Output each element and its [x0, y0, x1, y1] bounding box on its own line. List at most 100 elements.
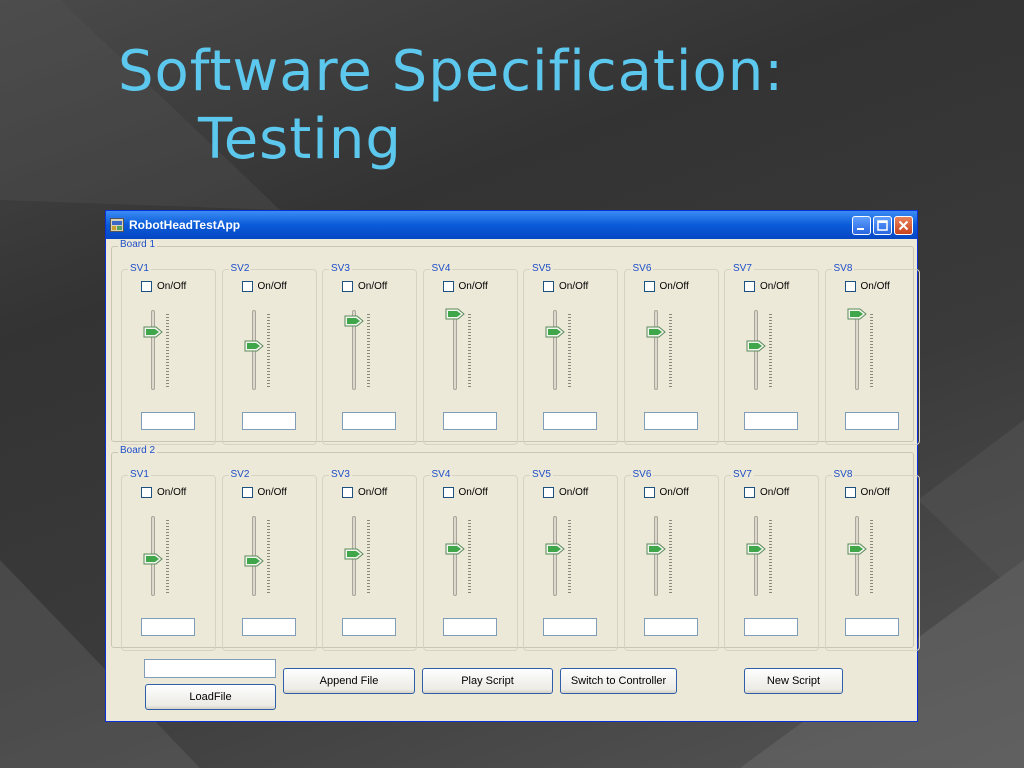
- slider-thumb-icon[interactable]: [445, 543, 465, 555]
- servo-value-input[interactable]: [442, 618, 497, 636]
- servo-slider-track[interactable]: [653, 310, 658, 390]
- slider-thumb-icon[interactable]: [143, 553, 163, 565]
- on-off-checkbox[interactable]: [442, 487, 454, 498]
- on-off-label: On/Off: [157, 487, 187, 498]
- on-off-toggle[interactable]: On/Off: [141, 281, 186, 292]
- on-off-toggle[interactable]: On/Off: [342, 487, 387, 498]
- servo-slider-track[interactable]: [854, 516, 859, 596]
- on-off-checkbox[interactable]: [643, 487, 655, 498]
- slider-thumb-icon[interactable]: [746, 340, 766, 352]
- on-off-checkbox[interactable]: [844, 281, 856, 292]
- servo-label: SV2: [228, 263, 252, 274]
- on-off-toggle[interactable]: On/Off: [141, 487, 186, 498]
- slider-thumb-icon[interactable]: [545, 326, 565, 338]
- servo-value-input[interactable]: [141, 618, 195, 636]
- slider-thumb-icon[interactable]: [445, 308, 465, 320]
- slider-thumb-icon[interactable]: [646, 543, 666, 555]
- servo-slider-track[interactable]: [452, 310, 457, 390]
- servo-value-input[interactable]: [744, 618, 798, 636]
- on-off-toggle[interactable]: On/Off: [442, 281, 488, 292]
- slider-thumb-icon[interactable]: [847, 543, 867, 555]
- slider-thumb-icon[interactable]: [344, 315, 364, 327]
- on-off-toggle[interactable]: On/Off: [241, 281, 287, 292]
- slider-thumb-icon[interactable]: [244, 340, 264, 352]
- servo-slider-track[interactable]: [553, 516, 557, 596]
- servo-panel-sv7: SV7 On/Off: [724, 263, 819, 445]
- slide-title-line2: Testing: [198, 107, 402, 172]
- servo-value-input[interactable]: [543, 412, 597, 430]
- on-off-toggle[interactable]: On/Off: [543, 487, 588, 498]
- servo-slider-track[interactable]: [854, 310, 859, 390]
- on-off-toggle[interactable]: On/Off: [342, 281, 387, 292]
- servo-value-input[interactable]: [844, 618, 899, 636]
- servo-value-input[interactable]: [643, 412, 698, 430]
- on-off-checkbox[interactable]: [342, 281, 353, 292]
- on-off-checkbox[interactable]: [141, 281, 152, 292]
- on-off-checkbox[interactable]: [744, 281, 755, 292]
- on-off-checkbox[interactable]: [442, 281, 454, 292]
- slider-ticks: [367, 520, 370, 594]
- append-file-button[interactable]: Append File: [283, 668, 415, 694]
- on-off-toggle[interactable]: On/Off: [844, 281, 890, 292]
- slider-thumb-icon[interactable]: [847, 308, 867, 320]
- on-off-label: On/Off: [157, 281, 187, 292]
- servo-value-input[interactable]: [141, 412, 195, 430]
- file-path-input[interactable]: [144, 659, 276, 678]
- servo-value-input[interactable]: [543, 618, 597, 636]
- servo-value-input[interactable]: [643, 618, 698, 636]
- on-off-toggle[interactable]: On/Off: [543, 281, 588, 292]
- slider-thumb-icon[interactable]: [545, 543, 565, 555]
- on-off-checkbox[interactable]: [241, 487, 253, 498]
- window-titlebar[interactable]: RobotHeadTestApp: [106, 211, 917, 239]
- load-file-button[interactable]: LoadFile: [145, 684, 276, 710]
- slider-thumb-icon[interactable]: [646, 326, 666, 338]
- servo-value-input[interactable]: [342, 412, 396, 430]
- on-off-checkbox[interactable]: [543, 487, 554, 498]
- on-off-checkbox[interactable]: [342, 487, 353, 498]
- on-off-checkbox[interactable]: [744, 487, 755, 498]
- maximize-button[interactable]: [873, 215, 892, 235]
- servo-value-input[interactable]: [744, 412, 798, 430]
- on-off-toggle[interactable]: On/Off: [241, 487, 287, 498]
- board-1-group: Board 1 SV1 On/Off SV2 On/Off SV3 On/Off SV4 On…: [111, 239, 920, 445]
- servo-label: SV7: [731, 263, 754, 274]
- servo-slider-track[interactable]: [553, 310, 557, 390]
- on-off-checkbox[interactable]: [241, 281, 253, 292]
- servo-slider-track[interactable]: [151, 310, 155, 390]
- slider-thumb-icon[interactable]: [344, 548, 364, 560]
- on-off-toggle[interactable]: On/Off: [744, 281, 789, 292]
- on-off-checkbox[interactable]: [643, 281, 655, 292]
- slide-title-line1: Software Specification:: [118, 39, 785, 104]
- servo-slider-track[interactable]: [754, 516, 758, 596]
- on-off-toggle[interactable]: On/Off: [643, 281, 689, 292]
- minimize-button[interactable]: [852, 215, 871, 235]
- on-off-label: On/Off: [257, 487, 287, 498]
- servo-value-input[interactable]: [442, 412, 497, 430]
- servo-value-input[interactable]: [241, 412, 296, 430]
- on-off-checkbox[interactable]: [844, 487, 856, 498]
- board-label: Board 2: [118, 445, 158, 456]
- slider-ticks: [668, 314, 672, 388]
- on-off-checkbox[interactable]: [543, 281, 554, 292]
- servo-label: SV6: [630, 469, 654, 480]
- slider-thumb-icon[interactable]: [244, 555, 264, 567]
- servo-value-input[interactable]: [844, 412, 899, 430]
- servo-value-input[interactable]: [342, 618, 396, 636]
- switch-to-controller-button[interactable]: Switch to Controller: [560, 668, 677, 694]
- on-off-toggle[interactable]: On/Off: [844, 487, 890, 498]
- servo-label: SV8: [831, 263, 855, 274]
- play-script-button[interactable]: Play Script: [422, 668, 553, 694]
- close-button[interactable]: [894, 215, 913, 235]
- servo-value-input[interactable]: [241, 618, 296, 636]
- slider-thumb-icon[interactable]: [746, 543, 766, 555]
- on-off-toggle[interactable]: On/Off: [744, 487, 789, 498]
- servo-panel-sv8: SV8 On/Off: [824, 263, 920, 445]
- servo-slider-track[interactable]: [452, 516, 457, 596]
- servo-slider-track[interactable]: [653, 516, 658, 596]
- on-off-checkbox[interactable]: [141, 487, 152, 498]
- slider-thumb-icon[interactable]: [143, 326, 163, 338]
- new-script-button[interactable]: New Script: [744, 668, 843, 694]
- on-off-toggle[interactable]: On/Off: [643, 487, 689, 498]
- on-off-label: On/Off: [458, 487, 488, 498]
- on-off-toggle[interactable]: On/Off: [442, 487, 488, 498]
